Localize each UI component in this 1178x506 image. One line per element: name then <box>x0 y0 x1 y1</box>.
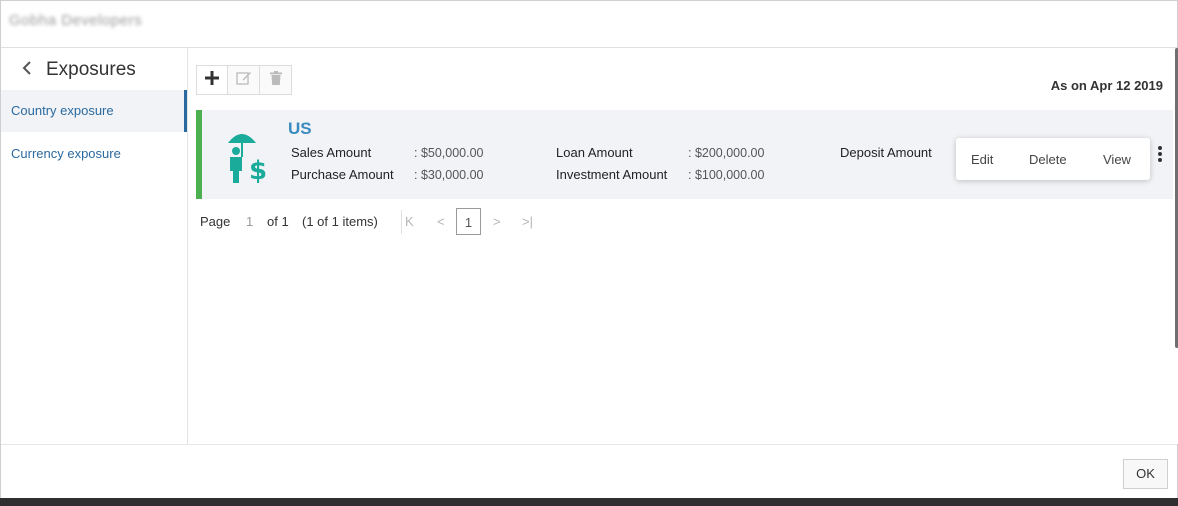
pagination: Page 1 of 1 (1 of 1 items) K < 1 > >| <box>200 208 600 236</box>
delete-menu-item[interactable]: Delete <box>1029 152 1067 167</box>
plus-icon <box>205 70 219 90</box>
delete-button[interactable] <box>260 65 292 95</box>
chevron-left-icon[interactable] <box>20 57 34 79</box>
edit-button[interactable] <box>228 65 260 95</box>
window-title: Gobha Developers <box>9 12 143 29</box>
last-page-icon[interactable]: >| <box>522 214 533 229</box>
dialog-footer: OK <box>1 444 1177 499</box>
sales-amount-label: Sales Amount <box>291 145 372 160</box>
loan-amount-label: Loan Amount <box>556 145 633 160</box>
exposure-card[interactable]: $ US Sales Amount : $50,000.00 Purchase … <box>196 110 1173 199</box>
sidebar-item-country-exposure[interactable]: Country exposure <box>1 90 187 132</box>
loan-amount-value: : $200,000.00 <box>688 146 765 160</box>
purchase-amount-label: Purchase Amount <box>291 167 394 182</box>
investment-amount-label: Investment Amount <box>556 167 668 182</box>
as-on-date: As on Apr 12 2019 <box>1050 78 1163 93</box>
deposit-amount-label: Deposit Amount <box>840 145 932 160</box>
taskbar-strip <box>0 498 1178 506</box>
edit-icon <box>235 70 252 91</box>
view-menu-item[interactable]: View <box>1103 152 1131 167</box>
edit-menu-item[interactable]: Edit <box>971 152 993 167</box>
page-of-label: of 1 <box>267 214 289 229</box>
prev-page-icon[interactable]: < <box>437 214 445 229</box>
main-content: As on Apr 12 2019 $ US Sales Amount : $5… <box>188 48 1177 444</box>
dialog-window: Gobha Developers Exposures Country expos… <box>0 0 1178 506</box>
title-bar: Gobha Developers <box>1 1 1177 48</box>
umbrella-person-dollar-icon: $ <box>224 125 274 186</box>
sales-amount-value: : $50,000.00 <box>414 146 484 160</box>
page-label: Page <box>200 214 231 229</box>
current-page-button[interactable]: 1 <box>456 208 481 235</box>
next-page-icon[interactable]: > <box>493 214 501 229</box>
sidebar-header: Exposures <box>1 48 187 90</box>
toolbar <box>196 65 292 96</box>
svg-text:$: $ <box>249 156 267 185</box>
add-button[interactable] <box>196 65 228 95</box>
items-count-label: (1 of 1 items) <box>302 214 378 229</box>
more-options-icon[interactable] <box>1156 146 1164 166</box>
first-page-icon[interactable]: K <box>405 214 414 229</box>
card-action-menu: Edit Delete View <box>956 138 1150 180</box>
sidebar: Exposures Country exposure Currency expo… <box>1 48 188 444</box>
trash-icon <box>269 70 282 90</box>
investment-amount-value: : $100,000.00 <box>688 168 765 182</box>
sidebar-item-currency-exposure[interactable]: Currency exposure <box>1 133 187 175</box>
pager-divider <box>401 210 402 234</box>
card-title: US <box>288 119 312 138</box>
ok-button[interactable]: OK <box>1123 459 1168 489</box>
purchase-amount-value: : $30,000.00 <box>414 168 484 182</box>
page-number-input[interactable]: 1 <box>246 214 253 229</box>
sidebar-title: Exposures <box>46 59 136 80</box>
